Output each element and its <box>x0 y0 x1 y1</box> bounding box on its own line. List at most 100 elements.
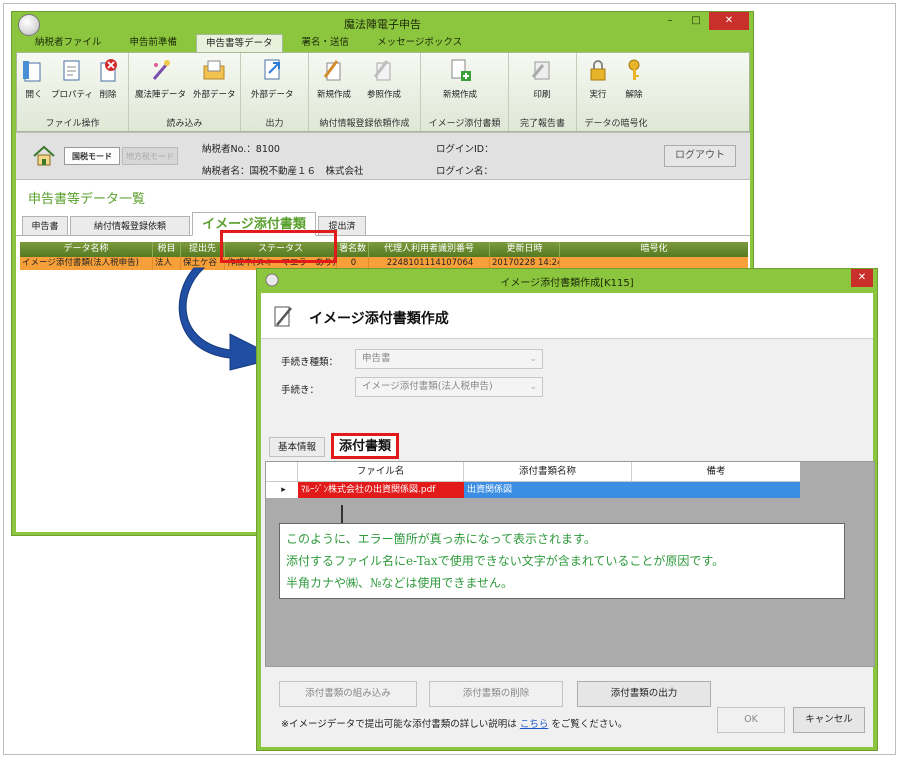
minimize-button[interactable]: – <box>657 12 683 30</box>
ribbon-group-completion: 印刷 完了報告書 <box>509 53 577 131</box>
annotation-line-1: このように、エラー箇所が真っ赤になって表示されます。 <box>286 532 596 546</box>
row-header-corner <box>266 462 298 481</box>
payment-new-icon <box>323 60 341 81</box>
key-icon <box>628 59 640 80</box>
dialog-close-button[interactable]: ✕ <box>851 269 873 287</box>
image-attachment-dialog: イメージ添付書類作成[K115] ✕ イメージ添付書類作成 手続き種類： 申告書… <box>256 268 878 751</box>
tab-payment-request[interactable]: 納付情報登録依頼 <box>70 216 190 236</box>
column-updated[interactable]: 更新日時 <box>490 242 560 257</box>
ribbon-group-output: 外部データ 出力 <box>241 53 309 131</box>
maximize-button[interactable]: □ <box>683 12 709 30</box>
ribbon-group-import: 魔法陣データ 外部データ 読み込み <box>129 53 241 131</box>
column-data-name[interactable]: データ名称 <box>20 242 153 257</box>
ok-button[interactable]: OK <box>717 707 785 733</box>
ribbon-tab-preparation[interactable]: 申告前準備 <box>121 34 187 52</box>
properties-icon <box>63 60 80 81</box>
column-encryption[interactable]: 暗号化 <box>560 242 748 257</box>
ribbon-tab-bar: 納税者ファイル 申告前準備 申告書等データ 署名・送信 メッセージボックス <box>16 34 750 52</box>
image-attachment-new-button[interactable]: 新規作成 <box>443 57 477 100</box>
cancel-button[interactable]: キャンセル <box>793 707 865 733</box>
column-remarks[interactable]: 備考 <box>632 462 800 481</box>
export-external-button[interactable]: 外部データ <box>251 57 294 100</box>
column-tax-type[interactable]: 税目 <box>153 242 181 257</box>
payment-reference-button[interactable]: 参照作成 <box>367 57 401 100</box>
main-window-title: 魔法陣電子申告 <box>344 18 421 31</box>
login-name: ログイン名： <box>436 166 494 177</box>
payment-reference-icon <box>373 60 391 81</box>
import-folder-icon <box>203 60 225 80</box>
import-external-button[interactable]: 外部データ <box>193 57 236 100</box>
logout-button[interactable]: ログアウト <box>664 145 736 167</box>
annotation-pointer <box>341 505 343 523</box>
open-button[interactable]: 開く <box>21 57 47 100</box>
annotation-line-3: 半角カナや㈱、№などは使用できません。 <box>286 576 513 590</box>
data-grid-header: データ名称 税目 提出先 ステータス 署名数 代理人利用者識別番号 更新日時 暗… <box>20 242 748 257</box>
magic-wand-icon <box>152 60 170 80</box>
column-destination[interactable]: 提出先 <box>181 242 225 257</box>
table-row[interactable]: ▸ ﾏﾙｰｼﾞﾝ株式会社の出資関係図.pdf 出資関係図 <box>266 482 800 498</box>
ribbon-tab-sign-send[interactable]: 署名・送信 <box>293 34 359 52</box>
help-link[interactable]: こちら <box>520 719 549 730</box>
ribbon-group-file: 開く プロパティ 削除 ファイル操作 <box>17 53 129 131</box>
column-file-name[interactable]: ファイル名 <box>298 462 464 481</box>
dialog-body: イメージ添付書類作成 手続き種類： 申告書 ⌄ 手続き： イメージ添付書類(法人… <box>261 293 875 747</box>
tab-attachments[interactable]: 添付書類 <box>331 433 399 459</box>
home-icon[interactable] <box>32 145 56 167</box>
ribbon-tab-taxpayer-file[interactable]: 納税者ファイル <box>26 34 111 52</box>
local-tax-mode-button[interactable]: 地方税モード <box>122 147 178 165</box>
print-button[interactable]: 印刷 <box>529 57 555 100</box>
procedure-label: 手続き： <box>281 385 320 396</box>
encrypt-release-button[interactable]: 解除 <box>621 57 647 100</box>
ribbon: 開く プロパティ 削除 ファイル操作 魔法陣データ 外部データ 読み込み 外部デ… <box>16 52 750 132</box>
attachment-grid-header: ファイル名 添付書類名称 備考 <box>266 462 800 482</box>
footer-note: ※イメージデータで提出可能な添付書類の詳しい説明は こちら をご覧ください。 <box>281 719 628 730</box>
cell-file-name-error[interactable]: ﾏﾙｰｼﾞﾝ株式会社の出資関係図.pdf <box>298 482 464 498</box>
export-icon <box>264 59 281 80</box>
error-highlight-box <box>220 230 337 263</box>
dialog-header: イメージ添付書類作成 <box>261 293 873 339</box>
annotation-box: このように、エラー箇所が真っ赤になって表示されます。 添付するファイル名にe-T… <box>279 523 845 599</box>
cell-data-name: イメージ添付書類(法人税申告) <box>20 257 153 270</box>
output-attachment-button[interactable]: 添付書類の出力 <box>577 681 711 707</box>
close-button[interactable]: ✕ <box>709 12 749 30</box>
annotation-line-2: 添付するファイル名にe-Taxで使用できない文字が含まれていることが原因です。 <box>286 554 725 568</box>
column-agent-id[interactable]: 代理人利用者識別番号 <box>369 242 490 257</box>
national-tax-mode-button[interactable]: 国税モード <box>64 147 120 165</box>
taxpayer-name: 納税者名：国税不動産１６ 株式会社 <box>202 166 364 177</box>
tab-declaration[interactable]: 申告書 <box>22 216 68 236</box>
dialog-heading: イメージ添付書類作成 <box>309 311 449 327</box>
mode-bar: 国税モード 地方税モード 納税者No.：8100 納税者名：国税不動産１６ 株式… <box>16 132 750 180</box>
dialog-title-bar: イメージ添付書類作成[K115] ✕ <box>257 269 877 291</box>
ribbon-group-payment: 新規作成 参照作成 納付情報登録依頼作成 <box>309 53 421 131</box>
taxpayer-number: 納税者No.：8100 <box>202 144 280 155</box>
column-signatures[interactable]: 署名数 <box>337 242 369 257</box>
delete-attachment-button[interactable]: 添付書類の削除 <box>429 681 563 707</box>
import-mahoujin-button[interactable]: 魔法陣データ <box>135 57 186 100</box>
chevron-down-icon: ⌄ <box>529 382 537 392</box>
print-icon <box>531 61 550 80</box>
payment-new-button[interactable]: 新規作成 <box>317 57 351 100</box>
ribbon-group-encryption: 実行 解除 データの暗号化 <box>577 53 655 131</box>
encrypt-run-button[interactable]: 実行 <box>585 57 611 100</box>
chevron-down-icon: ⌄ <box>529 354 537 364</box>
ribbon-tab-message-box[interactable]: メッセージボックス <box>368 34 471 52</box>
login-id: ログインID： <box>436 144 494 155</box>
cell-attachment-name[interactable]: 出資関係図 <box>464 482 632 498</box>
procedure-select[interactable]: イメージ添付書類(法人税申告) ⌄ <box>355 377 543 397</box>
properties-button[interactable]: プロパティ <box>51 57 93 100</box>
tab-basic-info[interactable]: 基本情報 <box>269 437 325 457</box>
delete-icon <box>100 59 117 82</box>
open-icon <box>23 61 41 82</box>
ribbon-tab-filing-data[interactable]: 申告書等データ <box>196 34 283 52</box>
delete-button[interactable]: 削除 <box>95 57 121 100</box>
embed-attachment-button[interactable]: 添付書類の組み込み <box>279 681 417 707</box>
document-edit-icon <box>274 306 292 327</box>
main-title-bar: 魔法陣電子申告 – □ ✕ <box>12 12 753 36</box>
section-title: 申告書等データ一覧 <box>28 192 146 207</box>
lock-icon <box>590 60 606 81</box>
data-tabs: 申告書 納付情報登録依頼 イメージ添付書類 提出済 <box>16 212 750 236</box>
add-document-icon <box>451 59 471 81</box>
column-attachment-name[interactable]: 添付書類名称 <box>464 462 632 481</box>
cell-remarks[interactable] <box>632 482 800 498</box>
procedure-type-select[interactable]: 申告書 ⌄ <box>355 349 543 369</box>
